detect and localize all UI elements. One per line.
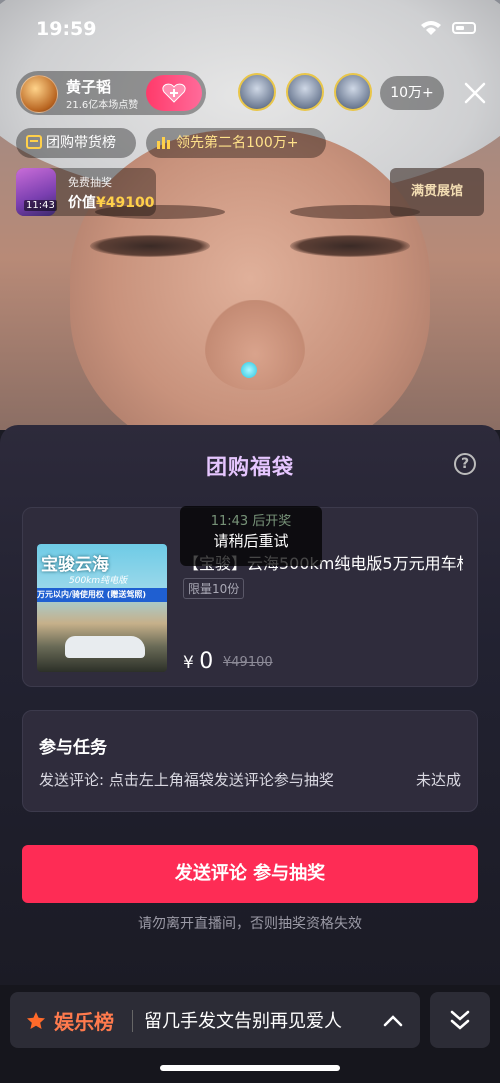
close-icon[interactable]: [462, 80, 488, 106]
product-image: 宝骏云海 500km纯电版 万元以内/骑使用权 (赠送驾照): [37, 544, 167, 672]
collapse-button[interactable]: [430, 992, 490, 1048]
host-name: 黄子韬: [66, 78, 112, 96]
host-info[interactable]: 黄子韬 21.6亿本场点赞: [16, 71, 206, 115]
viewer-count[interactable]: 10万+: [380, 76, 444, 110]
product-image-sub: 500km纯电版: [69, 576, 128, 586]
right-eye: [290, 235, 410, 257]
status-bar: 19:59: [0, 0, 500, 60]
toast-message: 请稍后重试: [213, 532, 289, 550]
bottom-bar: 娱乐榜 留几手发文告别再见爱人: [0, 985, 500, 1083]
wifi-icon: [421, 21, 441, 35]
store-icon: [26, 135, 42, 149]
top-viewer-avatar-2[interactable]: [286, 73, 324, 111]
lead-label: 领先第二名100万+: [176, 135, 299, 151]
chevron-up-icon[interactable]: [382, 1010, 404, 1032]
toast-timer: 11:43 后开奖: [210, 514, 292, 529]
product-image-brand: 宝骏云海: [41, 555, 109, 575]
top-viewer-avatar-3[interactable]: [334, 73, 372, 111]
task-desc: 发送评论: 点击左上角福袋发送评论参与抽奖: [39, 771, 334, 789]
gallery-button[interactable]: 满贯展馆: [390, 168, 484, 216]
price-value: 0: [199, 649, 214, 674]
entertainment-rank-bar[interactable]: 娱乐榜 留几手发文告别再见爱人: [10, 992, 420, 1048]
heart-plus-icon: [162, 83, 186, 103]
star-icon: [27, 1012, 45, 1029]
home-indicator: [160, 1065, 340, 1071]
left-eye: [90, 235, 210, 257]
task-status: 未达成: [415, 771, 461, 789]
price: ¥ 0: [183, 649, 213, 674]
lottery-value: 价值¥49100: [68, 192, 154, 212]
divider: [132, 1010, 133, 1032]
help-icon[interactable]: ?: [454, 453, 476, 475]
battery-icon: [452, 22, 476, 34]
original-price: ¥49100: [223, 655, 273, 670]
group-buy-rank-label: 团购带货榜: [46, 135, 116, 151]
lucky-bag-panel: 团购福袋 ? 宝骏云海 500km纯电版 万元以内/骑使用权 (赠送驾照) 【宝…: [0, 425, 500, 985]
entertainment-rank-label: 娱乐榜: [54, 1010, 114, 1034]
lottery-value-amount: ¥49100: [96, 195, 155, 211]
double-chevron-down-icon: [450, 1010, 470, 1030]
car-illustration: [65, 636, 145, 658]
lottery-value-label: 价值: [68, 195, 96, 211]
focus-dot: [241, 362, 257, 378]
follow-button[interactable]: [146, 75, 202, 111]
lottery-countdown: 11:43: [24, 200, 57, 211]
host-stat: 21.6亿本场点赞: [66, 100, 139, 111]
warning-text: 请勿离开直播间，否则抽奖资格失效: [138, 916, 362, 932]
send-comment-button[interactable]: 发送评论 参与抽奖: [22, 845, 478, 903]
lottery-title: 免费抽奖: [68, 176, 112, 189]
host-avatar[interactable]: [20, 75, 58, 113]
task-card: 参与任务 发送评论: 点击左上角福袋发送评论参与抽奖 未达成: [22, 710, 478, 812]
nose: [205, 300, 305, 390]
retry-toast: 11:43 后开奖 请稍后重试: [180, 506, 322, 566]
price-symbol: ¥: [183, 653, 194, 673]
bar-chart-icon: [157, 137, 170, 149]
task-title: 参与任务: [39, 738, 107, 758]
entertainment-rank-text: 留几手发文告别再见爱人: [144, 1011, 342, 1032]
top-viewer-avatar-1[interactable]: [238, 73, 276, 111]
lead-tag[interactable]: 领先第二名100万+: [146, 128, 326, 158]
product-image-band: 万元以内/骑使用权 (赠送驾照): [37, 588, 167, 602]
group-buy-rank-tag[interactable]: 团购带货榜: [16, 128, 136, 158]
status-time: 19:59: [36, 18, 97, 40]
lottery-widget[interactable]: 11:43 免费抽奖 价值¥49100: [16, 168, 156, 216]
limit-badge: 限量10份: [183, 578, 245, 599]
panel-title: 团购福袋: [206, 455, 294, 479]
